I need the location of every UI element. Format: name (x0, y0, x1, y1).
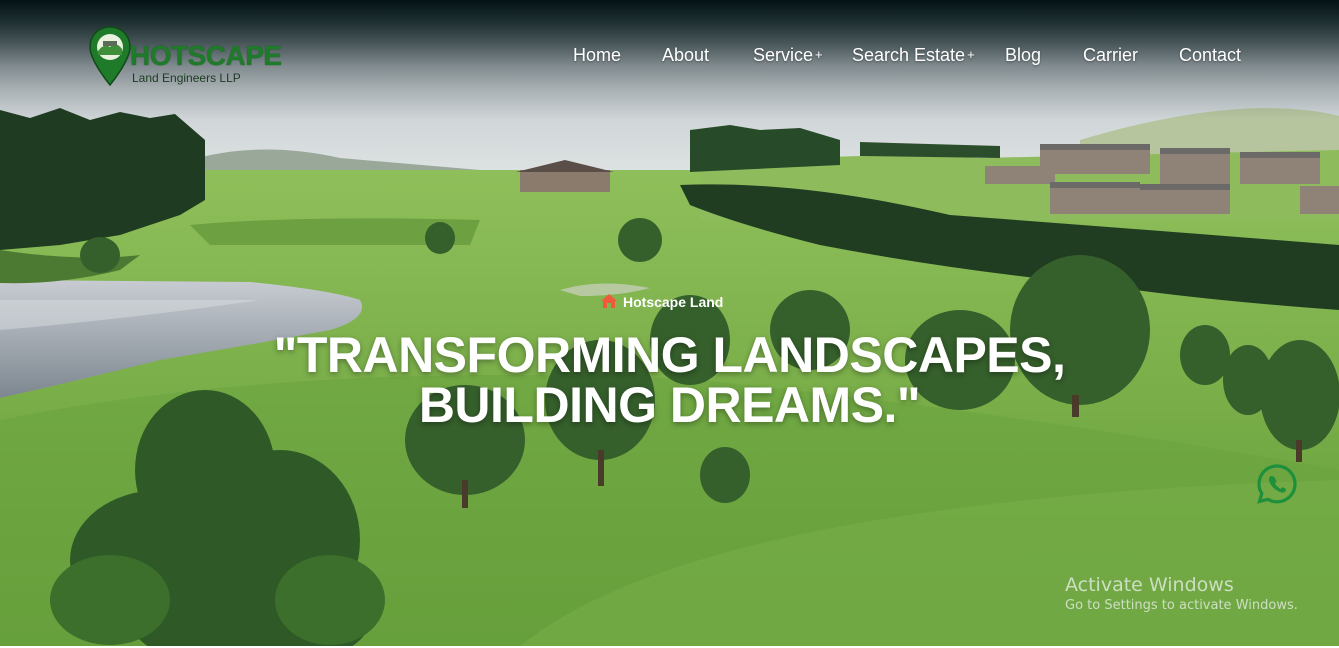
home-icon (601, 294, 617, 308)
submenu-plus-icon: + (967, 47, 975, 62)
hero-headline-line-2: BUILDING DREAMS." (418, 377, 921, 433)
nav-item-label: Blog (1005, 45, 1042, 65)
nav-item-label: Search Estate (852, 45, 966, 65)
watermark-subtitle: Go to Settings to activate Windows. (1065, 598, 1298, 613)
windows-activation-watermark: Activate Windows Go to Settings to activ… (1065, 574, 1298, 615)
brand-tagline: Land Engineers LLP (132, 71, 241, 85)
nav-item-label: Contact (1179, 45, 1242, 65)
nav-item-label: About (662, 45, 710, 65)
nav-item-label: Carrier (1083, 45, 1139, 65)
watermark-title: Activate Windows (1065, 574, 1234, 596)
brand-logo[interactable]: HOTSCAPE Land Engineers LLP (88, 25, 282, 89)
nav-item-label: Home (573, 45, 622, 65)
nav-item-search-estate[interactable]: Search Estate + (852, 44, 975, 68)
nav-item-service[interactable]: Service + (753, 44, 823, 68)
map-pin-logo-icon (89, 26, 131, 87)
submenu-plus-icon: + (815, 47, 823, 62)
whatsapp-icon (1257, 464, 1297, 504)
hero-section (0, 0, 1339, 646)
hero-eyebrow-label: Hotscape Land (623, 294, 724, 310)
nav-item-blog[interactable]: Blog (1005, 44, 1041, 66)
hero-headline-line-1: "TRANSFORMING LANDSCAPES, (273, 327, 1066, 383)
nav-item-home[interactable]: Home (573, 44, 621, 66)
nav-item-carrier[interactable]: Carrier (1083, 44, 1138, 66)
whatsapp-button[interactable] (1256, 463, 1298, 505)
hero-headline: "TRANSFORMING LANDSCAPES, BUILDING DREAM… (200, 330, 1139, 430)
brand-name: HOTSCAPE (130, 40, 282, 71)
nav-item-about[interactable]: About (662, 44, 709, 66)
nav-item-label: Service (753, 45, 814, 65)
nav-item-contact[interactable]: Contact (1179, 44, 1241, 66)
